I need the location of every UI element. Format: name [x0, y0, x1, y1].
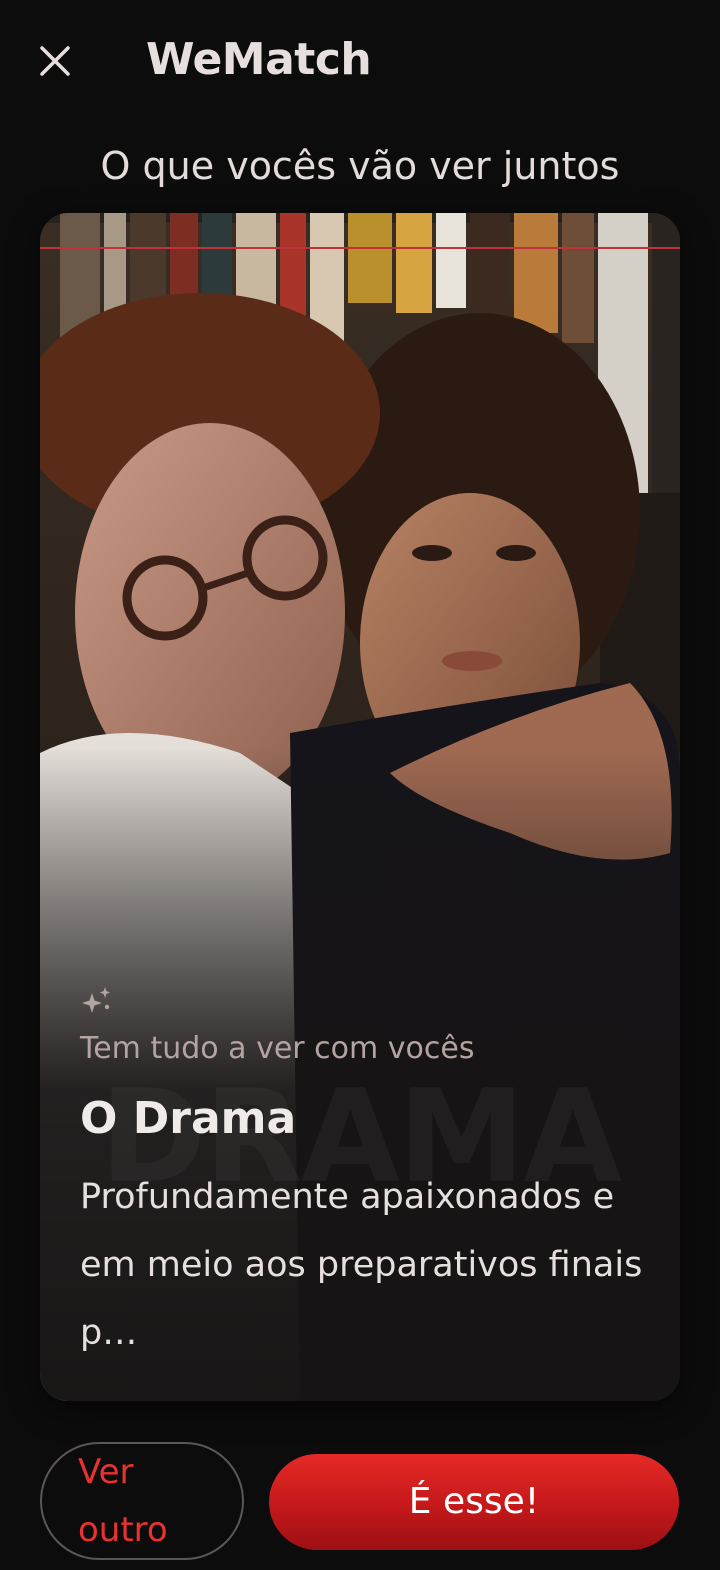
- match-tagline: Tem tudo a ver com vocês: [80, 1031, 475, 1066]
- see-another-button[interactable]: Ver outro: [40, 1442, 244, 1560]
- page-subtitle: O que vocês vão ver juntos: [100, 144, 620, 188]
- confirm-button[interactable]: É esse!: [269, 1454, 679, 1550]
- sparkle-icon: [82, 987, 110, 1013]
- movie-card[interactable]: DRAMA Tem tudo a ver com vocês O Drama P…: [40, 213, 680, 1401]
- movie-description: Profundamente apaixonados e em meio aos …: [80, 1177, 643, 1353]
- app-title: WeMatch: [146, 34, 372, 85]
- close-button[interactable]: [30, 36, 80, 86]
- movie-title: O Drama: [80, 1093, 297, 1144]
- close-icon: [40, 46, 70, 76]
- see-another-label: Ver outro: [78, 1452, 168, 1550]
- top-bar: WeMatch: [0, 0, 720, 120]
